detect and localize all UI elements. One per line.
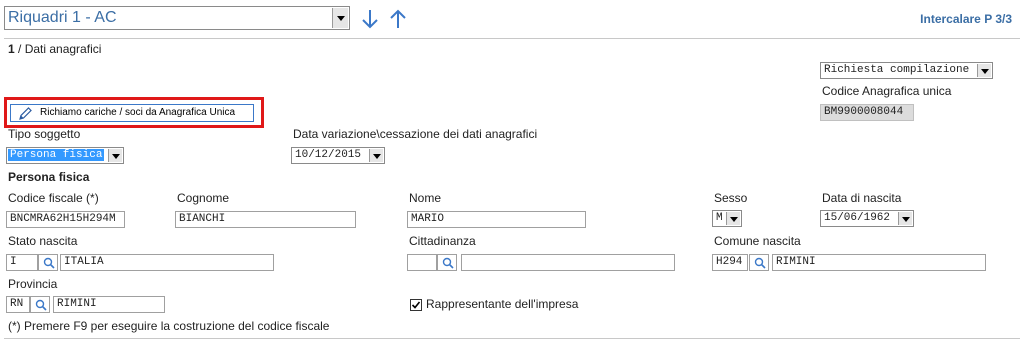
section-select[interactable]: Riquadri 1 - AC [4,6,350,30]
richiamo-label: Richiamo cariche / soci da Anagrafica Un… [40,107,236,118]
search-icon[interactable] [38,254,58,271]
sesso-value: M [716,212,723,224]
nome-value: MARIO [411,213,445,225]
provincia-name-value: RIMINI [57,298,97,310]
codice-fiscale-label: Codice fiscale (*) [8,191,99,205]
provincia-code-value: RN [10,298,24,310]
cognome-label: Cognome [177,191,230,205]
breadcrumb: 1 / Dati anagrafici [8,42,101,56]
provincia-name[interactable]: RIMINI [53,296,165,313]
nome-label: Nome [409,191,442,205]
stato-nascita-name-value: ITALIA [64,256,104,268]
chevron-down-icon[interactable] [726,212,740,225]
rappresentante-checkbox[interactable] [410,299,422,311]
stato-nascita-label: Stato nascita [8,234,78,248]
chevron-down-icon[interactable] [898,212,912,225]
data-nascita-value: 15/06/1962 [824,212,891,224]
cognome-input[interactable]: BIANCHI [175,211,356,228]
stato-nascita-code-value: I [10,256,17,268]
cittadinanza-label: Cittadinanza [409,234,476,248]
codice-anagrafica-label: Codice Anagrafica unica [822,84,952,98]
stato-nascita-name[interactable]: ITALIA [60,254,274,271]
search-icon[interactable] [437,254,457,271]
cognome-value: BIANCHI [179,213,226,225]
persona-fisica-title: Persona fisica [8,170,90,184]
footnote: (*) Premere F9 per eseguire la costruzio… [8,319,330,333]
data-variazione-label: Data variazione\cessazione dei dati anag… [293,127,538,141]
breadcrumb-number: 1 [8,42,15,56]
provincia-code[interactable]: RN [6,296,30,313]
chevron-down-icon[interactable] [332,8,348,28]
data-variazione-value: 10/12/2015 [295,149,362,161]
intercalare-link[interactable]: Intercalare P 3/3 [920,12,1012,26]
cittadinanza-name[interactable] [461,254,675,271]
tipo-soggetto-label: Tipo soggetto [8,127,81,141]
chevron-down-icon[interactable] [977,64,991,77]
section-select-value: Riquadri 1 - AC [8,9,117,26]
provincia-label: Provincia [8,277,58,291]
codice-anagrafica-field: BM9900008044 [820,104,914,121]
comune-nascita-name-value: RIMINI [776,256,816,268]
data-nascita-label: Data di nascita [822,191,902,205]
divider [4,338,1020,339]
richiesta-select[interactable]: Richiesta compilazione [820,62,993,79]
arrow-up-icon[interactable] [388,8,408,30]
nome-input[interactable]: MARIO [407,211,586,228]
comune-nascita-name[interactable]: RIMINI [772,254,986,271]
pencil-icon [17,106,33,122]
rappresentante-label: Rappresentante dell'impresa [426,297,579,311]
tipo-soggetto-value: Persona fisica [8,149,105,161]
codice-fiscale-input[interactable]: BNCMRA62H15H294M [6,211,125,228]
data-nascita-field[interactable]: 15/06/1962 [820,210,914,227]
checkmark-icon [411,301,421,309]
richiamo-button[interactable]: Richiamo cariche / soci da Anagrafica Un… [10,104,254,122]
data-variazione-field[interactable]: 10/12/2015 [291,147,385,164]
codice-fiscale-value: BNCMRA62H15H294M [10,213,116,225]
tipo-soggetto-select[interactable]: Persona fisica [6,147,124,164]
search-icon[interactable] [749,254,769,271]
richiesta-value: Richiesta compilazione [824,64,970,76]
divider [4,38,1020,39]
chevron-down-icon[interactable] [369,149,383,162]
cittadinanza-code[interactable] [407,254,437,271]
comune-nascita-code-value: H294 [716,256,743,268]
breadcrumb-text: / Dati anagrafici [14,42,102,56]
comune-nascita-code[interactable]: H294 [712,254,748,271]
sesso-select[interactable]: M [712,210,742,227]
sesso-label: Sesso [714,191,748,205]
codice-anagrafica-value: BM9900008044 [824,106,904,118]
search-icon[interactable] [30,296,50,313]
comune-nascita-label: Comune nascita [714,234,801,248]
stato-nascita-code[interactable]: I [6,254,38,271]
arrow-down-icon[interactable] [360,8,380,30]
chevron-down-icon[interactable] [108,149,122,162]
